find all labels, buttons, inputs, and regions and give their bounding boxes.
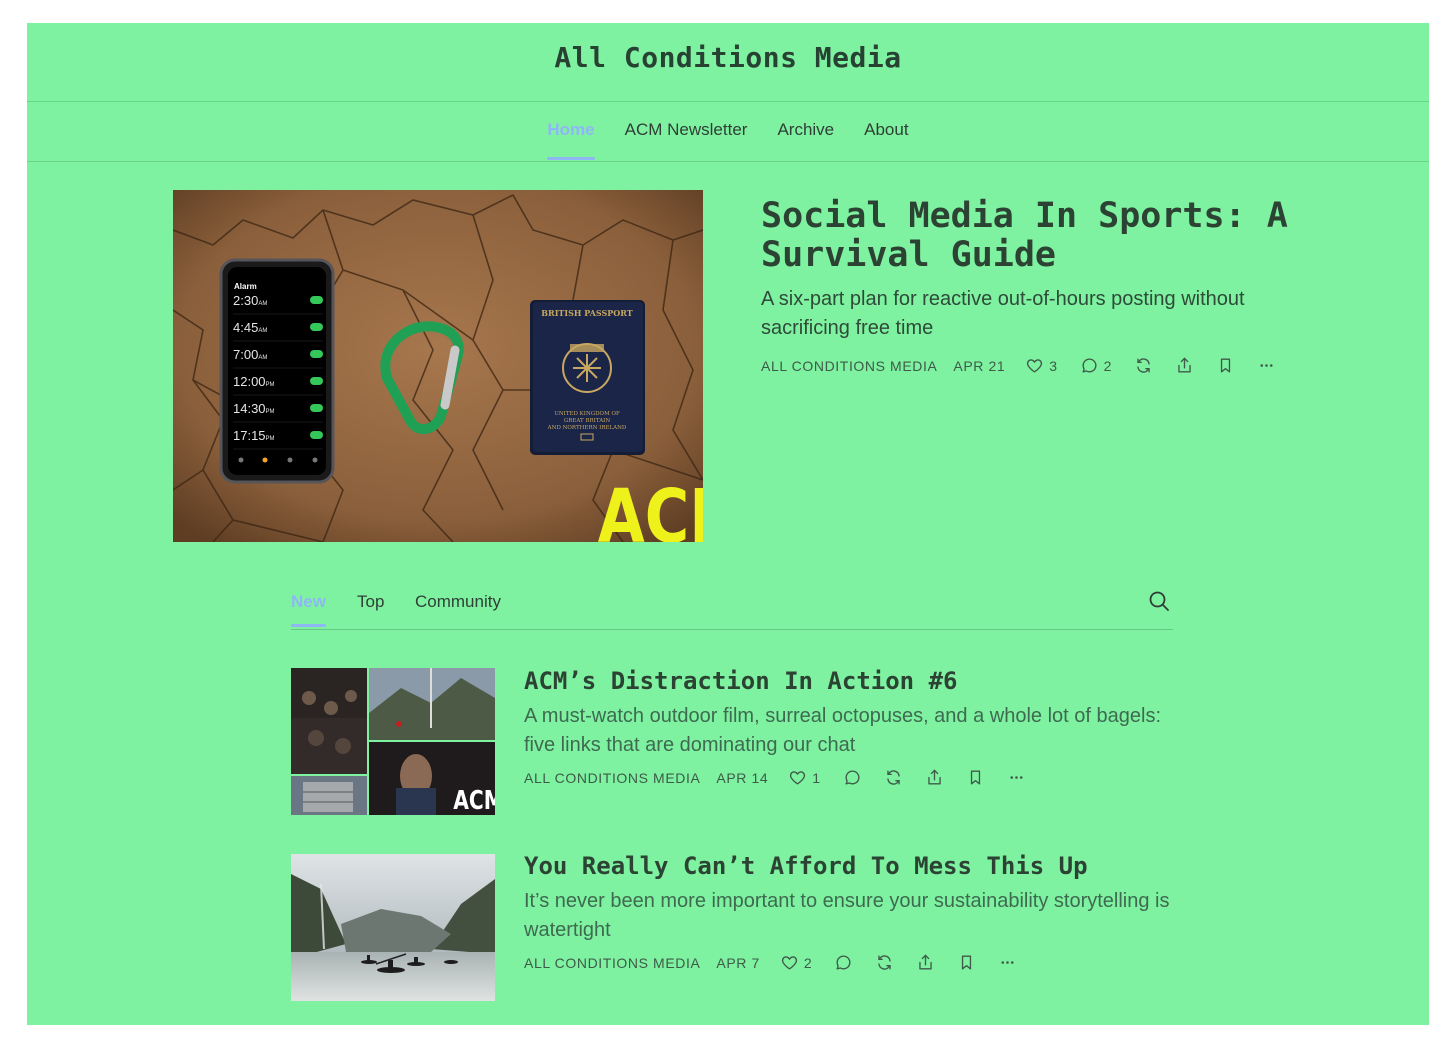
comment-button[interactable]: 2 — [1080, 356, 1112, 375]
like-button[interactable]: 3 — [1025, 356, 1057, 375]
share-icon — [1175, 356, 1194, 375]
restack-button[interactable] — [1134, 356, 1153, 375]
like-button[interactable]: 2 — [780, 953, 812, 972]
nav-archive[interactable]: Archive — [777, 120, 834, 160]
post-author[interactable]: ALL CONDITIONS MEDIA — [761, 358, 937, 374]
phone: Alarm 2:30AM 4:45AM 7:00AM 12:00PM 14:30… — [219, 258, 335, 484]
hero-post-meta: ALL CONDITIONS MEDIA APR 21 3 2 — [761, 356, 1298, 375]
bookmark-icon — [1216, 356, 1235, 375]
post-thumbnail[interactable] — [291, 854, 495, 1001]
bookmark-icon — [966, 768, 985, 787]
post-author[interactable]: ALL CONDITIONS MEDIA — [524, 770, 700, 786]
heart-icon — [780, 953, 799, 972]
more-icon — [998, 953, 1017, 972]
bookmark-button[interactable] — [1216, 356, 1235, 375]
share-icon — [925, 768, 944, 787]
acm-logo: ACM — [453, 786, 495, 815]
post-date: APR 21 — [953, 357, 1006, 374]
post-subtitle[interactable]: A must-watch outdoor film, surreal octop… — [524, 702, 1184, 760]
bookmark-icon — [957, 953, 976, 972]
comment-button[interactable] — [843, 768, 862, 787]
nav-home[interactable]: Home — [547, 120, 595, 160]
site-title[interactable]: All Conditions Media — [27, 41, 1429, 74]
main-nav: Home ACM Newsletter Archive About — [27, 120, 1429, 160]
tab-top[interactable]: Top — [357, 592, 384, 626]
post-meta: ALL CONDITIONS MEDIA APR 14 1 — [524, 768, 1048, 787]
nav-about[interactable]: About — [864, 120, 908, 160]
svg-text:UNITED KINGDOM OF: UNITED KINGDOM OF — [554, 411, 620, 417]
post-subtitle[interactable]: It’s never been more important to ensure… — [524, 887, 1184, 945]
heart-icon — [788, 768, 807, 787]
comment-icon — [843, 768, 862, 787]
heart-icon — [1025, 356, 1044, 375]
restack-icon — [884, 768, 903, 787]
post-meta: ALL CONDITIONS MEDIA APR 7 2 — [524, 953, 1039, 972]
more-button[interactable] — [1007, 768, 1026, 787]
restack-icon — [875, 953, 894, 972]
restack-icon — [1134, 356, 1153, 375]
svg-text:BRITISH PASSPORT: BRITISH PASSPORT — [541, 308, 632, 318]
post-thumbnail-art — [291, 854, 495, 1001]
search-icon[interactable] — [1147, 589, 1171, 613]
nav-acm-newsletter[interactable]: ACM Newsletter — [625, 120, 748, 160]
svg-text:Alarm: Alarm — [234, 282, 257, 291]
more-icon — [1257, 356, 1276, 375]
post-thumbnail[interactable]: ACM — [291, 668, 495, 815]
like-button[interactable]: 1 — [788, 768, 820, 787]
post-date: APR 7 — [716, 954, 760, 971]
hero-post-subtitle[interactable]: A six-part plan for reactive out-of-hour… — [761, 285, 1301, 343]
post-tabs: New Top Community — [291, 589, 1173, 630]
share-button[interactable] — [916, 953, 935, 972]
tab-new[interactable]: New — [291, 592, 326, 627]
comment-button[interactable] — [834, 953, 853, 972]
more-button[interactable] — [998, 953, 1017, 972]
hero-image[interactable]: Alarm 2:30AM 4:45AM 7:00AM 12:00PM 14:30… — [173, 190, 703, 542]
more-button[interactable] — [1257, 356, 1276, 375]
share-icon — [916, 953, 935, 972]
share-button[interactable] — [925, 768, 944, 787]
nav-divider — [27, 161, 1429, 162]
post-title[interactable]: ACM’s Distraction In Action #6 — [524, 667, 1184, 695]
like-count: 2 — [803, 954, 813, 971]
comment-icon — [1080, 356, 1099, 375]
acm-logo: ACM — [598, 473, 703, 542]
passport: BRITISH PASSPORT UNITED KINGDOM OF GREAT… — [530, 300, 645, 455]
comment-count: 2 — [1103, 357, 1113, 374]
hero-image-art: Alarm 2:30AM 4:45AM 7:00AM 12:00PM 14:30… — [173, 190, 703, 542]
restack-button[interactable] — [875, 953, 894, 972]
hero-post-title[interactable]: Social Media In Sports: A Survival Guide — [761, 197, 1301, 275]
bookmark-button[interactable] — [957, 953, 976, 972]
like-count: 3 — [1049, 357, 1058, 374]
post-author[interactable]: ALL CONDITIONS MEDIA — [524, 955, 700, 971]
bookmark-button[interactable] — [966, 768, 985, 787]
restack-button[interactable] — [884, 768, 903, 787]
comment-icon — [834, 953, 853, 972]
post-thumbnail-art: ACM — [291, 668, 495, 815]
tab-community[interactable]: Community — [415, 592, 501, 626]
post-title[interactable]: You Really Can’t Afford To Mess This Up — [524, 852, 1184, 880]
svg-text:AND NORTHERN IRELAND: AND NORTHERN IRELAND — [547, 425, 627, 431]
page-frame: All Conditions Media Home ACM Newsletter… — [27, 23, 1429, 1025]
header-divider — [27, 101, 1429, 102]
post-date: APR 14 — [716, 769, 769, 786]
share-button[interactable] — [1175, 356, 1194, 375]
like-count: 1 — [812, 769, 821, 786]
svg-text:GREAT BRITAIN: GREAT BRITAIN — [564, 418, 611, 424]
more-icon — [1007, 768, 1026, 787]
